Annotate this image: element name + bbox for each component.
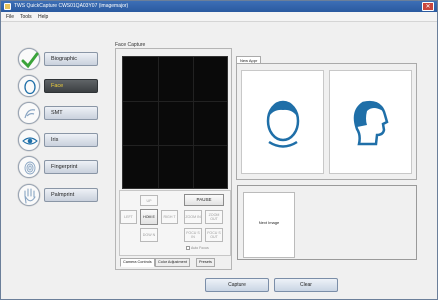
sidebar-item-label[interactable]: Iris	[44, 133, 98, 147]
sidebar-item-label[interactable]: Face	[44, 79, 98, 93]
title-bar: TWS QuickCapture CWS01QA03Y07 (imagemajo…	[1, 1, 437, 12]
auto-focus-label: Auto Focus	[191, 246, 209, 250]
face-icon	[18, 75, 40, 97]
menu-bar: File Tools Help	[1, 12, 437, 22]
menu-tools[interactable]: Tools	[20, 12, 32, 22]
menu-file[interactable]: File	[6, 12, 14, 22]
camera-down-button[interactable]: DOW N	[140, 228, 158, 242]
next-image-thumbnail[interactable]: Next Image	[243, 192, 295, 258]
camera-up-button[interactable]: UP	[140, 195, 158, 206]
sidebar-item-label[interactable]: Palmprint	[44, 188, 98, 202]
frontal-face-icon	[266, 100, 300, 148]
checkbox-icon[interactable]	[186, 246, 190, 251]
window-title: TWS QuickCapture CWS01QA03Y07 (imagemajo…	[14, 3, 129, 9]
camera-right-button[interactable]: RIGH T	[161, 210, 178, 224]
sidebar-item-biographic[interactable]: Biographic	[18, 48, 100, 70]
app-icon	[4, 3, 11, 10]
tab-presets[interactable]: Presets	[196, 258, 215, 267]
frontal-pose-card[interactable]	[241, 70, 324, 174]
clear-button[interactable]: Clear	[274, 278, 338, 292]
zoom-in-button[interactable]: ZOOM IN	[184, 210, 202, 224]
close-button[interactable]: ✕	[422, 2, 434, 11]
camera-left-button[interactable]: LEFT	[120, 210, 137, 224]
capture-button[interactable]: Capture	[205, 278, 269, 292]
menu-help[interactable]: Help	[38, 12, 48, 22]
zoom-out-button[interactable]: ZOOM OUT	[205, 210, 223, 224]
palm-icon	[18, 184, 40, 206]
sidebar-item-palmprint[interactable]: Palmprint	[18, 184, 100, 206]
tattoo-icon	[18, 102, 40, 124]
focus-out-button[interactable]: FOCU S OUT	[205, 228, 223, 242]
focus-in-button[interactable]: FOCU S IN	[184, 228, 202, 242]
auto-focus-checkbox[interactable]: Auto Focus	[186, 246, 209, 251]
camera-home-button[interactable]: HOM E	[140, 209, 158, 225]
tab-camera-controls[interactable]: Camera Controls	[120, 258, 155, 267]
sidebar-item-fingerprint[interactable]: Fingerprint	[18, 156, 100, 178]
camera-preview	[122, 56, 228, 189]
profile-face-icon	[353, 101, 389, 146]
sidebar-item-face[interactable]: Face	[18, 75, 100, 97]
sidebar-item-label[interactable]: Fingerprint	[44, 160, 98, 174]
eye-icon	[18, 129, 40, 151]
fingerprint-icon	[18, 156, 40, 178]
tab-color-adjustment[interactable]: Color Adjustment	[155, 258, 190, 267]
checkmark-icon	[18, 48, 40, 70]
sidebar-item-smt[interactable]: SMT	[18, 102, 100, 124]
sidebar-item-label[interactable]: Biographic	[44, 52, 98, 66]
sidebar-item-label[interactable]: SMT	[44, 106, 98, 120]
sidebar-item-iris[interactable]: Iris	[18, 129, 100, 151]
profile-pose-card[interactable]	[329, 70, 412, 174]
pause-button[interactable]: PAUSE	[184, 194, 224, 206]
